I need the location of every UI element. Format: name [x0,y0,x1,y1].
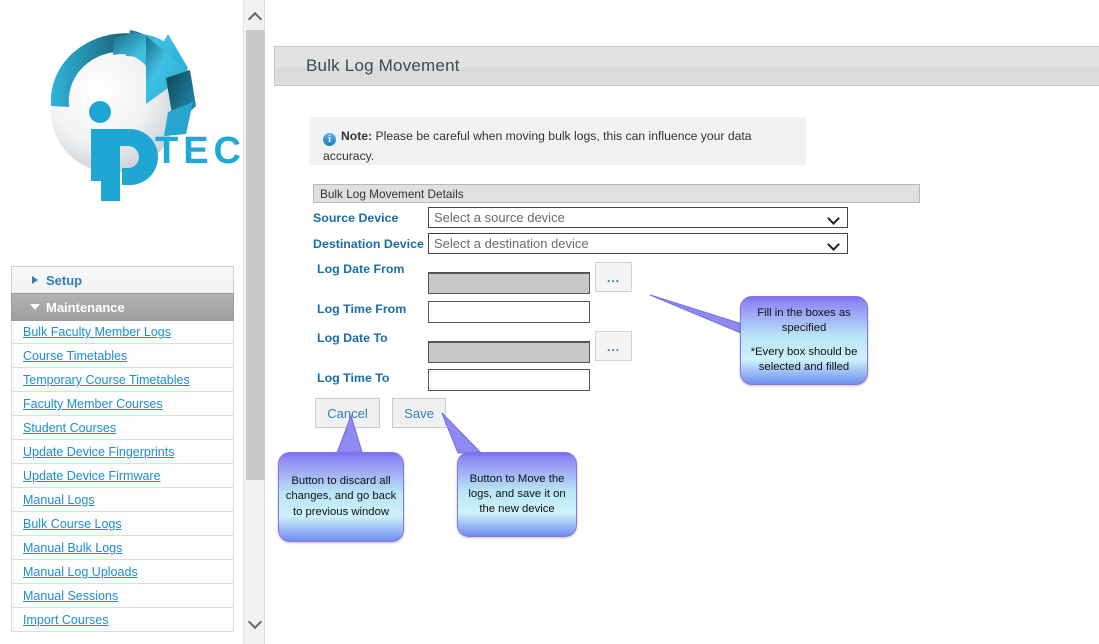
chevron-right-icon [32,276,38,284]
scroll-down-button[interactable] [244,612,266,634]
sidebar-item-bulk-faculty-member-logs[interactable]: Bulk Faculty Member Logs [11,320,234,344]
sidebar-item-update-device-fingerprints[interactable]: Update Device Fingerprints [11,440,234,464]
sidebar-item-manual-logs[interactable]: Manual Logs [11,488,234,512]
sidebar-link[interactable]: Bulk Faculty Member Logs [23,325,171,339]
sidebar-link[interactable]: Manual Logs [23,493,95,507]
sidebar-link[interactable]: Course Timetables [23,349,127,363]
chevron-up-icon [250,14,261,21]
sidebar-item-bulk-course-logs[interactable]: Bulk Course Logs [11,512,234,536]
sidebar-group-maintenance[interactable]: Maintenance [11,293,234,321]
callout-fields-line1: Fill in the boxes as specified [757,306,851,334]
left-column: TECH Setup Maintenance Bulk Faculty Memb… [0,0,241,644]
callout-tails [336,294,743,454]
sidebar-item-temporary-course-timetables[interactable]: Temporary Course Timetables [11,368,234,392]
scroll-up-button[interactable] [244,6,266,28]
main-content: Bulk Log Movement i Note: Please be caref… [265,0,1099,644]
app-root: TECH Setup Maintenance Bulk Faculty Memb… [0,0,1099,644]
scrollbar-thumb[interactable] [246,30,265,480]
sidebar-link[interactable]: Manual Log Uploads [23,565,138,579]
callout-fields: Fill in the boxes as specified *Every bo… [740,296,868,385]
vertical-scrollbar[interactable] [243,0,265,644]
sidebar-link[interactable]: Manual Bulk Logs [23,541,122,555]
callout-tail-cancel [336,414,363,454]
sidebar-link[interactable]: Temporary Course Timetables [23,373,190,387]
svg-text:TECH: TECH [155,130,241,172]
callout-fields-line2: *Every box should be selected and filled [750,346,858,374]
sidebar-item-course-timetables[interactable]: Course Timetables [11,344,234,368]
sidebar-link[interactable]: Student Courses [23,421,116,435]
sidebar-nav: Setup Maintenance Bulk Faculty Member Lo… [11,266,234,632]
callout-save-line1: Button to Move the logs, and save it on … [468,472,566,516]
sidebar-item-manual-sessions[interactable]: Manual Sessions [11,584,234,608]
callout-cancel: Button to discard all changes, and go ba… [278,452,404,542]
sidebar-group-label: Setup [46,273,83,288]
sidebar-link[interactable]: Manual Sessions [23,589,118,603]
sidebar-item-update-device-firmware[interactable]: Update Device Firmware [11,464,234,488]
sidebar-link[interactable]: Update Device Firmware [23,469,161,483]
sidebar-group-setup[interactable]: Setup [11,266,234,294]
logo-icon: TECH [50,30,241,201]
callout-tail-save [441,412,482,454]
sidebar-item-manual-log-uploads[interactable]: Manual Log Uploads [11,560,234,584]
callout-tail-fields [649,294,743,334]
sidebar-item-manual-bulk-logs[interactable]: Manual Bulk Logs [11,536,234,560]
brand-logo: TECH [18,8,241,208]
sidebar-link[interactable]: Faculty Member Courses [23,397,163,411]
sidebar-group-label: Maintenance [46,300,125,315]
chevron-down-icon [250,620,261,627]
chevron-down-icon [30,304,40,310]
sidebar-link[interactable]: Bulk Course Logs [23,517,122,531]
sidebar-item-import-courses[interactable]: Import Courses [11,608,234,632]
sidebar-item-student-courses[interactable]: Student Courses [11,416,234,440]
sidebar-link[interactable]: Import Courses [23,613,108,627]
sidebar-item-faculty-member-courses[interactable]: Faculty Member Courses [11,392,234,416]
callout-cancel-line1: Button to discard all changes, and go ba… [285,475,397,518]
callout-save: Button to Move the logs, and save it on … [457,452,577,537]
sidebar-link[interactable]: Update Device Fingerprints [23,445,174,459]
